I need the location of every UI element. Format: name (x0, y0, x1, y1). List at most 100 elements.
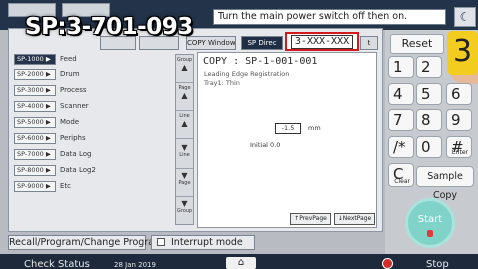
key-star-button[interactable]: /* (388, 136, 414, 158)
key-6-button[interactable]: 6 (446, 83, 472, 105)
key-3-button[interactable]: 3 (447, 31, 478, 75)
arrow-down-icon: ▼ (181, 199, 188, 208)
sp-group-label: Feed (60, 55, 77, 63)
arrow-up-icon: ▲ (181, 91, 188, 100)
sp-group-button[interactable]: SP-4000 ▶ (14, 101, 56, 112)
sp-group-button[interactable]: SP-7000 ▶ (14, 149, 56, 160)
sp-group-code: SP-5000 (17, 118, 44, 126)
clear-label: Clear (394, 178, 410, 185)
recall-program-button[interactable]: Recall/Program/Change Program (8, 235, 163, 250)
next-page-button[interactable]: ↓NextPage (334, 213, 375, 225)
page-up-button[interactable]: Page ▲ (176, 83, 193, 111)
date-display: 28 Jan 2019 (114, 261, 156, 269)
reset-button[interactable]: Reset (390, 34, 444, 54)
key-7-button[interactable]: 7 (388, 109, 414, 131)
key-0-button[interactable]: 0 (416, 136, 442, 158)
next-page-label: NextPage (342, 215, 372, 222)
sp-group-row[interactable]: SP-7000 ▶ Data Log (14, 149, 174, 161)
group-down-label: Group (176, 208, 193, 214)
stop-indicator-icon (382, 258, 393, 269)
sp-group-code: SP-4000 (17, 102, 44, 110)
interrupt-mode-button[interactable]: Interrupt mode (151, 235, 255, 250)
sp-group-label: Data Log (60, 150, 92, 158)
sp-group-code: SP-9000 (17, 182, 44, 190)
key-hash-enter-button[interactable]: # Enter (446, 136, 472, 158)
status-message: Turn the main power switch off then on. (213, 9, 446, 25)
key-2-button[interactable]: 2 (416, 56, 442, 78)
key-5-button[interactable]: 5 (416, 83, 442, 105)
sp-group-label: Data Log2 (60, 166, 96, 174)
sp-detail-description: Leading Edge Registration (204, 70, 290, 78)
sp-group-row[interactable]: SP-6000 ▶ Periphs (14, 133, 174, 145)
sp-initial-value: Initial 0.0 (250, 141, 281, 149)
sp-group-row[interactable]: SP-4000 ▶ Scanner (14, 101, 174, 113)
interrupt-mode-label: Interrupt mode (171, 237, 243, 248)
sp-group-row[interactable]: SP-8000 ▶ Data Log2 (14, 165, 174, 177)
sp-group-row[interactable]: SP-3000 ▶ Process (14, 85, 174, 97)
prev-page-label: PrevPage (299, 215, 327, 222)
sp-group-label: Drum (60, 70, 80, 78)
home-button[interactable]: ⌂ (226, 257, 256, 269)
home-icon: ⌂ (237, 257, 245, 268)
start-button[interactable]: Start (405, 198, 455, 248)
page-down-label: Page (178, 180, 191, 186)
sp-direct-button[interactable]: SP Direc (241, 36, 283, 50)
group-up-button[interactable]: Group ▲ (176, 55, 193, 83)
sp-group-row[interactable]: SP-5000 ▶ Mode (14, 117, 174, 129)
sp-group-row[interactable]: SP-9000 ▶ Etc (14, 181, 174, 193)
sp-group-label: Process (60, 86, 87, 94)
sp-detail-area: COPY : SP-1-001-001 Leading Edge Registr… (197, 52, 377, 228)
sample-copy-button[interactable]: Sample Copy (416, 166, 474, 201)
start-label: Start (417, 214, 443, 225)
copy-window-button[interactable]: COPY Window (186, 36, 236, 50)
sp-group-button[interactable]: SP-2000 ▶ (14, 69, 56, 80)
sp-group-label: Periphs (60, 134, 86, 142)
key-1-button[interactable]: 1 (388, 56, 414, 78)
navigation-scroll-column: Group ▲ Page ▲ Line ▲ ▼ Line ▼ Page ▼ Group (175, 54, 194, 225)
sp-group-row[interactable]: SP-1000 ▶ Feed (14, 54, 174, 66)
sp-value-field[interactable]: -1.5 (275, 123, 301, 134)
sp-group-code: SP-2000 (17, 70, 44, 78)
overlay-caption: SP:3-701-093 (25, 14, 193, 40)
energy-saver-moon-icon[interactable]: ☾ (454, 7, 476, 27)
sp-group-button[interactable]: SP-1000 ▶ (14, 54, 56, 65)
sp-group-code: SP-6000 (17, 134, 44, 142)
sp-code-value: 3-XXX-XXX (290, 35, 354, 49)
line-down-label: Line (179, 152, 190, 158)
stop-button[interactable]: Stop (426, 259, 449, 269)
sp-group-label: Scanner (60, 102, 89, 110)
arrow-up-icon: ▲ (181, 63, 188, 72)
sp-group-code: SP-1000 (17, 55, 44, 63)
sp-code-field[interactable]: 3-XXX-XXX (285, 32, 359, 51)
key-8-button[interactable]: 8 (416, 109, 442, 131)
sp-group-label: Etc (60, 182, 72, 190)
key-4-button[interactable]: 4 (388, 83, 414, 105)
sp-group-label: Mode (60, 118, 80, 126)
sp-group-button[interactable]: SP-6000 ▶ (14, 133, 56, 144)
arrow-up-icon: ▲ (181, 119, 188, 128)
exit-button[interactable]: t (360, 36, 378, 50)
sp-group-button[interactable]: SP-5000 ▶ (14, 117, 56, 128)
line-down-button[interactable]: ▼ Line (176, 141, 193, 169)
check-status-button[interactable]: Check Status (24, 259, 90, 269)
arrow-down-icon: ▼ (181, 171, 188, 180)
sp-group-button[interactable]: SP-8000 ▶ (14, 165, 56, 176)
sp-group-code: SP-7000 (17, 150, 44, 158)
arrow-down-icon: ▼ (181, 143, 188, 152)
sp-group-row[interactable]: SP-2000 ▶ Drum (14, 69, 174, 81)
prev-page-button[interactable]: ↑PrevPage (290, 213, 331, 225)
sp-value-unit: mm (308, 124, 321, 132)
sp-group-code: SP-8000 (17, 166, 44, 174)
sp-group-button[interactable]: SP-3000 ▶ (14, 85, 56, 96)
line-up-button[interactable]: Line ▲ (176, 111, 193, 139)
page-down-button[interactable]: ▼ Page (176, 169, 193, 197)
sp-detail-title: COPY : SP-1-001-001 (203, 56, 318, 67)
enter-label: Enter (451, 149, 468, 156)
sp-group-code: SP-3000 (17, 86, 44, 94)
key-9-button[interactable]: 9 (446, 109, 472, 131)
group-down-button[interactable]: ▼ Group (176, 197, 193, 225)
start-indicator-icon (427, 230, 433, 237)
clear-button[interactable]: C Clear (388, 163, 414, 187)
sp-group-button[interactable]: SP-9000 ▶ (14, 181, 56, 192)
sp-detail-tray: Tray1: Thin (204, 79, 240, 87)
